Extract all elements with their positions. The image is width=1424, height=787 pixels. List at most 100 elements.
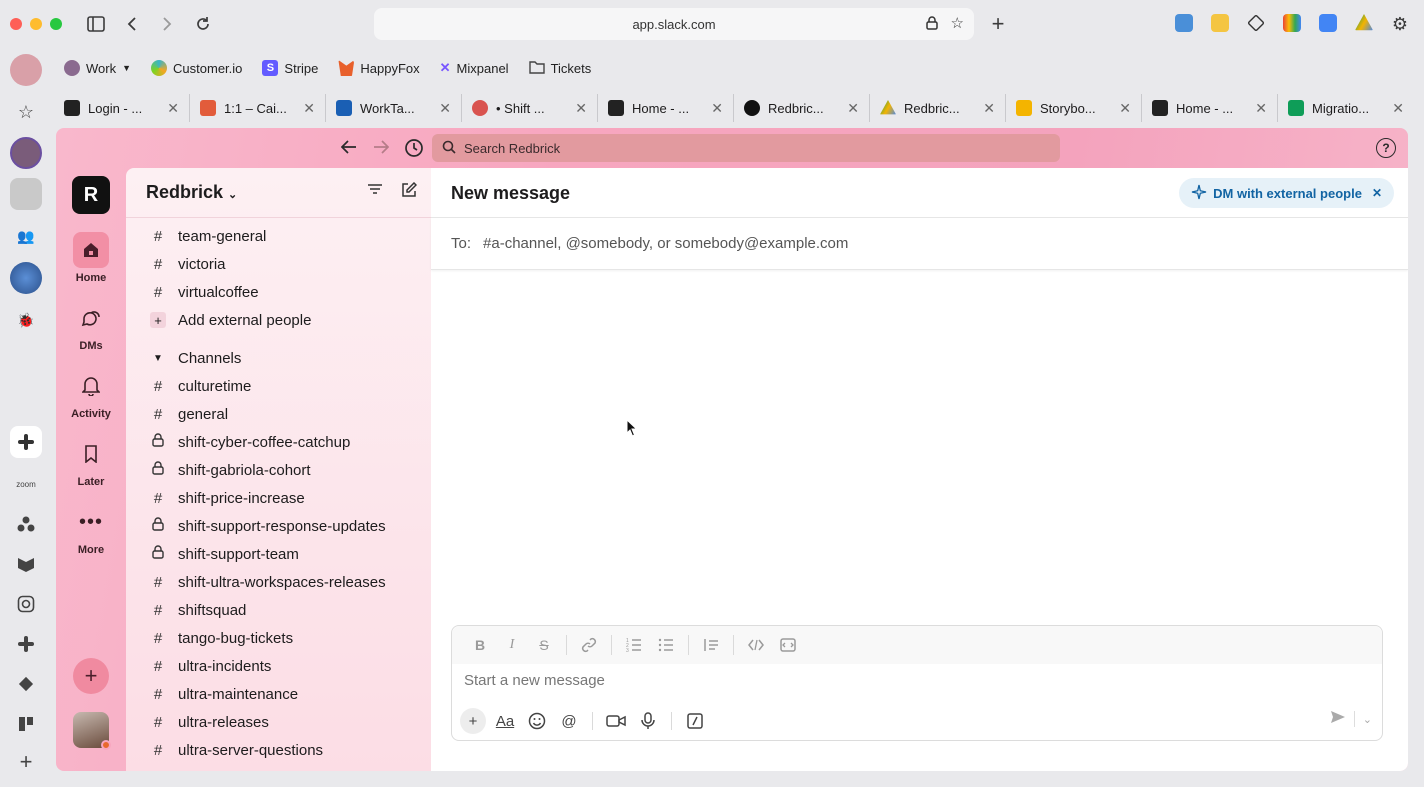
channel-item[interactable]: # ultra-maintenance (126, 680, 431, 708)
close-icon[interactable]: ✕ (167, 100, 179, 117)
address-bar[interactable]: app.slack.com ☆ (374, 8, 974, 40)
slack-icon[interactable] (10, 426, 42, 458)
channel-item[interactable]: # shift-price-increase (126, 484, 431, 512)
extension-icon-1[interactable] (1175, 14, 1193, 32)
rail-item-more[interactable]: ••• More (56, 504, 126, 557)
workspace-name-button[interactable]: Redbrick ⌄ (146, 182, 237, 203)
close-icon[interactable]: ✕ (439, 100, 451, 117)
bullet-list-icon[interactable] (652, 633, 680, 657)
tab-redbrick-2[interactable]: Redbric... ✕ (870, 94, 1006, 122)
link-icon[interactable] (575, 633, 603, 657)
channel-item[interactable]: shift-support-team (126, 540, 431, 568)
gmail-icon[interactable] (1283, 14, 1301, 32)
tab-redbrick-1[interactable]: Redbric... ✕ (734, 94, 870, 122)
tab-login[interactable]: Login - ... ✕ (54, 94, 190, 122)
italic-icon[interactable]: I (498, 633, 526, 657)
reload-icon[interactable] (191, 12, 215, 36)
close-window-button[interactable] (10, 18, 22, 30)
app-icon-1[interactable] (10, 178, 42, 210)
bold-icon[interactable]: B (466, 633, 494, 657)
extension-icon-2[interactable] (1211, 14, 1229, 32)
tab-home-2[interactable]: Home - ... ✕ (1142, 94, 1278, 122)
close-icon[interactable]: ✕ (1119, 100, 1131, 117)
new-tab-icon[interactable]: + (986, 11, 1010, 36)
people-icon[interactable]: 👥 (10, 220, 42, 252)
close-icon[interactable]: ✕ (1255, 100, 1267, 117)
bookmark-star-icon[interactable]: ☆ (951, 14, 964, 32)
channel-item[interactable]: shift-gabriola-cohort (126, 456, 431, 484)
close-icon[interactable]: ✕ (1372, 186, 1382, 200)
chevron-down-icon[interactable]: ⌄ (1363, 713, 1372, 726)
channel-item[interactable]: # ultra-server-questions (126, 736, 431, 764)
tab-worktask[interactable]: WorkTa... ✕ (326, 94, 462, 122)
strikethrough-icon[interactable]: S (530, 633, 558, 657)
back-icon[interactable] (120, 12, 144, 36)
tab-one-on-one[interactable]: 1:1 – Cai... ✕ (190, 94, 326, 122)
text-format-icon[interactable]: Aa (492, 708, 518, 734)
channel-item[interactable]: # tango-bug-tickets (126, 624, 431, 652)
rail-item-later[interactable]: Later (56, 436, 126, 488)
channel-item[interactable]: # general (126, 400, 431, 428)
diamond-icon[interactable] (10, 668, 42, 700)
channel-item[interactable]: # shiftsquad (126, 596, 431, 624)
code-block-icon[interactable] (774, 633, 802, 657)
zoom-icon[interactable]: zoom (10, 468, 42, 500)
instagram-icon[interactable] (10, 588, 42, 620)
add-external-people-button[interactable]: + Add external people (126, 306, 431, 334)
history-forward-icon[interactable] (373, 138, 390, 159)
microphone-icon[interactable] (635, 708, 661, 734)
bookmark-tickets[interactable]: Tickets (528, 60, 591, 77)
close-icon[interactable]: ✕ (847, 100, 859, 117)
profile-avatar[interactable] (10, 54, 42, 86)
send-icon[interactable] (1330, 710, 1346, 728)
sidebar-item-virtualcoffee[interactable]: # virtualcoffee (126, 278, 431, 306)
tab-storybook[interactable]: Storybo... ✕ (1006, 94, 1142, 122)
channel-item[interactable]: # ultra-releases (126, 708, 431, 736)
minimize-window-button[interactable] (30, 18, 42, 30)
message-input[interactable] (464, 672, 1364, 689)
sidebar-toggle-icon[interactable] (84, 12, 108, 36)
help-icon[interactable]: ? (1376, 138, 1396, 158)
bookmark-work[interactable]: Work ▼ (64, 60, 131, 76)
bookmark-customerio[interactable]: Customer.io (151, 60, 242, 76)
channel-item[interactable]: # ultra-incidents (126, 652, 431, 680)
recipient-input[interactable] (483, 235, 1184, 252)
emoji-icon[interactable] (524, 708, 550, 734)
app-icon-3[interactable] (10, 508, 42, 540)
tab-home-1[interactable]: Home - ... ✕ (598, 94, 734, 122)
forward-icon[interactable] (155, 12, 179, 36)
shortcut-slash-icon[interactable] (682, 708, 708, 734)
code-icon[interactable] (742, 633, 770, 657)
sidebar-item-victoria[interactable]: # victoria (126, 250, 431, 278)
profile-avatar-2[interactable] (10, 137, 42, 169)
mention-icon[interactable]: @ (556, 708, 582, 734)
close-icon[interactable]: ✕ (303, 100, 315, 117)
channel-item[interactable]: # shift-ultra-workspaces-releases (126, 568, 431, 596)
bookmark-happyfox[interactable]: HappyFox (338, 60, 420, 76)
app-icon-4[interactable] (10, 548, 42, 580)
rail-item-home[interactable]: Home (56, 232, 126, 284)
favorites-star-icon[interactable]: ☆ (10, 96, 42, 128)
layers-icon[interactable] (1247, 14, 1265, 32)
channel-item[interactable]: # culturetime (126, 372, 431, 400)
video-icon[interactable] (603, 708, 629, 734)
sidebar-item-team-general[interactable]: # team-general (126, 222, 431, 250)
slack-icon-2[interactable] (10, 628, 42, 660)
rail-item-activity[interactable]: Activity (56, 368, 126, 420)
close-icon[interactable]: ✕ (1392, 100, 1404, 117)
calendar-icon[interactable] (1319, 14, 1337, 32)
channel-item[interactable]: shift-support-response-updates (126, 512, 431, 540)
dm-external-button[interactable]: DM with external people ✕ (1179, 178, 1394, 208)
channel-item[interactable]: shift-cyber-coffee-catchup (126, 428, 431, 456)
bookmark-mixpanel[interactable]: ✕ Mixpanel (440, 60, 509, 76)
app-icon-2[interactable] (10, 262, 42, 294)
drive-icon[interactable] (1355, 14, 1373, 31)
add-workspace-button[interactable]: + (73, 658, 109, 694)
close-icon[interactable]: ✕ (575, 100, 587, 117)
blockquote-icon[interactable] (697, 633, 725, 657)
close-icon[interactable]: ✕ (711, 100, 723, 117)
channels-section-toggle[interactable]: ▼ Channels (126, 344, 431, 372)
settings-gear-icon[interactable]: ⚙ (1388, 12, 1412, 36)
close-icon[interactable]: ✕ (983, 100, 995, 117)
compose-icon[interactable] (401, 181, 418, 202)
